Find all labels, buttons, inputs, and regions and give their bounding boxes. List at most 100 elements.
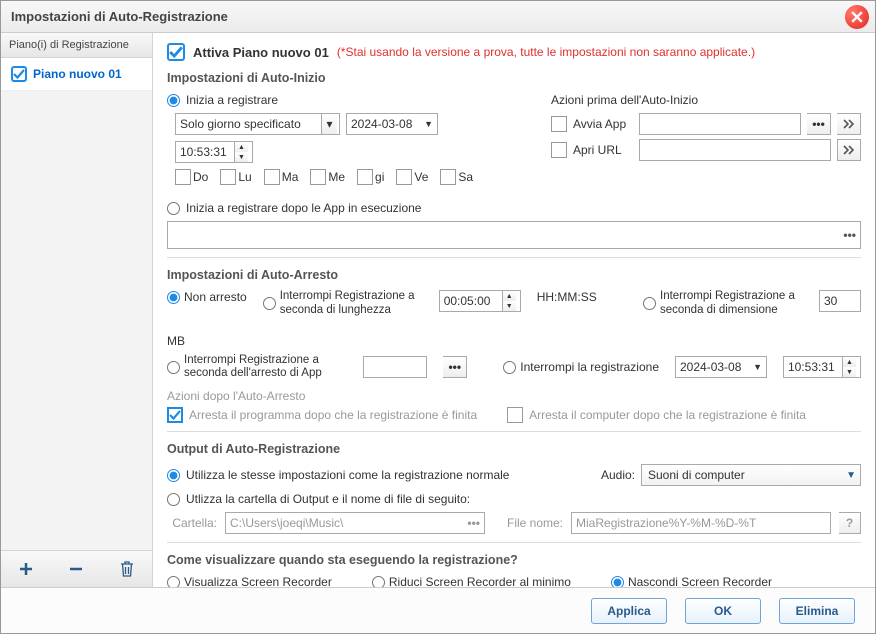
stop-time-spinner[interactable]: ▲▼ — [842, 357, 856, 377]
stop-time-input[interactable]: 10:53:31 ▲▼ — [783, 356, 861, 378]
launch-app-browse-button[interactable]: ••• — [807, 113, 831, 135]
display-hide-label: Nascondi Screen Recorder — [628, 575, 772, 587]
sidebar: Piano(i) di Registrazione Piano nuovo 01 — [1, 33, 153, 587]
open-url-checkbox[interactable] — [551, 142, 567, 158]
running-apps-input[interactable]: ••• — [167, 221, 861, 249]
day-mon[interactable]: Lu — [220, 169, 251, 185]
folder-value: C:\Users\joeqi\Music\ — [230, 516, 343, 530]
check-icon — [169, 409, 181, 421]
display-title: Come visualizzare quando sta eseguendo l… — [167, 553, 861, 567]
filename-input[interactable]: MiaRegistrazione%Y-%M-%D-%T — [571, 512, 831, 534]
window-title: Impostazioni di Auto-Registrazione — [11, 9, 228, 24]
length-input[interactable]: 00:05:00 ▲▼ — [439, 290, 521, 312]
day-sun[interactable]: Do — [175, 169, 208, 185]
chevron-down-icon: ▾ — [321, 114, 337, 134]
stop-appstop-label: Interrompi Registrazione a seconda dell'… — [184, 354, 347, 382]
day-fri[interactable]: Ve — [396, 169, 428, 185]
display-min-radio[interactable] — [372, 576, 385, 587]
display-show-radio[interactable] — [167, 576, 180, 587]
schedule-mode-select[interactable]: Solo giorno specificato ▾ — [175, 113, 340, 135]
audio-label: Audio: — [601, 468, 635, 482]
day-tue[interactable]: Ma — [264, 169, 299, 185]
stop-size-radio[interactable] — [643, 297, 656, 310]
start-after-apps-radio[interactable] — [167, 202, 180, 215]
exit-after-checkbox[interactable] — [167, 407, 183, 423]
plan-item[interactable]: Piano nuovo 01 — [1, 58, 152, 91]
minus-icon — [68, 561, 84, 577]
size-unit: MB — [167, 334, 185, 348]
shutdown-after-label: Arresta il computer dopo che la registra… — [529, 408, 806, 422]
custom-folder-radio[interactable] — [167, 493, 180, 506]
size-value: 30 — [824, 294, 837, 308]
display-min-label: Riduci Screen Recorder al minimo — [389, 575, 571, 587]
start-date-input[interactable]: 2024-03-08 ▼ — [346, 113, 438, 135]
schedule-mode-value: Solo giorno specificato — [180, 117, 301, 131]
start-recording-radio[interactable] — [167, 94, 180, 107]
folder-label: Cartella: — [167, 516, 217, 530]
chevron-down-icon: ▼ — [424, 119, 433, 129]
apply-button[interactable]: Applica — [591, 598, 667, 624]
stop-at-radio[interactable] — [503, 361, 516, 374]
autostop-title: Impostazioni di Auto-Arresto — [167, 268, 861, 282]
pre-actions-title: Azioni prima dell'Auto-Inizio — [551, 93, 861, 107]
same-settings-label: Utilizza le stesse impostazioni come la … — [186, 468, 509, 482]
exit-after-label: Arresta il programma dopo che la registr… — [189, 408, 477, 422]
stop-date-value: 2024-03-08 — [680, 360, 741, 374]
display-hide-radio[interactable] — [611, 576, 624, 587]
day-sat[interactable]: Sa — [440, 169, 473, 185]
stop-time-value: 10:53:31 — [788, 360, 835, 374]
double-chevron-right-icon — [843, 119, 855, 129]
stop-size-label: Interrompi Registrazione a seconda di di… — [660, 290, 803, 318]
launch-app-input[interactable] — [639, 113, 801, 135]
autostart-title: Impostazioni di Auto-Inizio — [167, 71, 861, 85]
plus-icon — [18, 561, 34, 577]
add-plan-button[interactable] — [12, 557, 40, 581]
stop-at-label: Interrompi la registrazione — [520, 360, 659, 374]
remove-plan-button[interactable] — [62, 557, 90, 581]
main-panel: Attiva Piano nuovo 01 (*Stai usando la v… — [153, 33, 875, 587]
launch-app-go-button[interactable] — [837, 113, 861, 135]
activate-label: Attiva Piano nuovo 01 — [193, 45, 329, 60]
delete-button[interactable]: Elimina — [779, 598, 855, 624]
chevron-down-icon: ▼ — [846, 470, 856, 481]
ok-button[interactable]: OK — [685, 598, 761, 624]
day-thu[interactable]: gi — [357, 169, 384, 185]
titlebar: Impostazioni di Auto-Registrazione — [1, 1, 875, 33]
start-time-value: 10:53:31 — [180, 145, 227, 159]
audio-select[interactable]: Suoni di computer ▼ — [641, 464, 861, 486]
filename-label: File nome: — [507, 516, 563, 530]
start-date-value: 2024-03-08 — [351, 117, 412, 131]
size-input[interactable]: 30 — [819, 290, 861, 312]
length-value: 00:05:00 — [444, 294, 491, 308]
folder-input[interactable]: C:\Users\joeqi\Music\ ••• — [225, 512, 485, 534]
launch-app-checkbox[interactable] — [551, 116, 567, 132]
output-title: Output di Auto-Registrazione — [167, 442, 861, 456]
open-url-go-button[interactable] — [837, 139, 861, 161]
open-url-input[interactable] — [639, 139, 831, 161]
filename-help-button[interactable]: ? — [839, 512, 861, 534]
day-wed[interactable]: Me — [310, 169, 345, 185]
sidebar-header: Piano(i) di Registrazione — [1, 33, 152, 58]
same-settings-radio[interactable] — [167, 469, 180, 482]
trash-icon — [120, 561, 134, 577]
delete-plan-button[interactable] — [113, 557, 141, 581]
close-icon — [851, 11, 863, 23]
stop-length-radio[interactable] — [263, 297, 276, 310]
stop-appstop-radio[interactable] — [167, 361, 180, 374]
post-actions-title: Azioni dopo l'Auto-Arresto — [167, 389, 861, 403]
start-time-input[interactable]: 10:53:31 ▲▼ — [175, 141, 253, 163]
length-spinner[interactable]: ▲▼ — [502, 291, 516, 311]
time-spinner[interactable]: ▲▼ — [234, 142, 248, 162]
activate-checkbox[interactable] — [167, 43, 185, 61]
appstop-browse-button[interactable]: ••• — [443, 356, 467, 378]
appstop-input[interactable] — [363, 356, 427, 378]
filename-value: MiaRegistrazione%Y-%M-%D-%T — [576, 516, 756, 530]
check-icon — [13, 68, 25, 80]
no-stop-label: Non arresto — [184, 290, 247, 304]
close-button[interactable] — [845, 5, 869, 29]
plan-checkbox[interactable] — [11, 66, 27, 82]
shutdown-after-checkbox[interactable] — [507, 407, 523, 423]
footer: Applica OK Elimina — [1, 587, 875, 633]
no-stop-radio[interactable] — [167, 291, 180, 304]
stop-date-input[interactable]: 2024-03-08 ▼ — [675, 356, 767, 378]
